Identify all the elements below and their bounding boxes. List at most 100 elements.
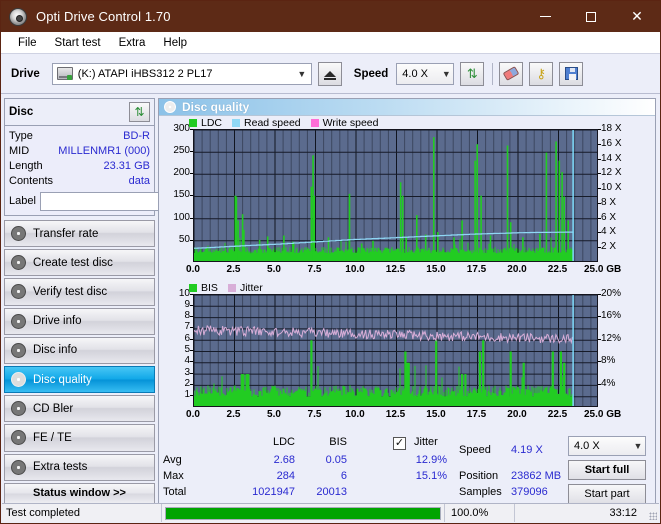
y-tick: [190, 361, 193, 363]
x-tick-label: 12.5: [385, 408, 406, 420]
y-tick-label: 300: [173, 122, 190, 134]
x-tick-label: 5.0: [267, 408, 281, 420]
refresh-button[interactable]: ⇅: [460, 61, 485, 86]
sidebar-item-label: Disc info: [33, 344, 78, 357]
y2-tick-label: 12 X: [601, 167, 622, 179]
stats-bis-avg: 0.05: [325, 454, 347, 467]
y-tick-label: 1: [184, 389, 190, 401]
swap-disc-icon: ⇅: [134, 105, 145, 119]
stats-row-label-total: Total: [163, 486, 187, 499]
y-tick-label: 10: [178, 287, 190, 299]
body: Disc ⇅ Type BD-R MID MILLENMR1 (000) Len…: [1, 94, 660, 507]
x-tick-label: 10.0: [345, 408, 365, 420]
status-window-button[interactable]: Status window >>: [4, 482, 155, 505]
sidebar-item-fe-te[interactable]: FE / TE: [4, 424, 155, 452]
x-tick-label: 17.5: [466, 408, 487, 420]
menu-item-file[interactable]: File: [9, 35, 46, 51]
sidebar-item-create-test-disc[interactable]: Create test disc: [4, 249, 155, 277]
elapsed-time: 33:12: [609, 507, 637, 519]
y-tick-label: 9: [184, 298, 190, 310]
drive-select[interactable]: (K:) ATAPI iHBS312 2 PL17 ▼: [51, 62, 312, 85]
stats-speed-value: 4.19 X: [511, 444, 543, 457]
toolbar-divider: [492, 62, 494, 85]
bis-chart[interactable]: BIS Jitter 1 2 3 4 5 6 7 8 9 10 4% 8% 12% 16% 20% 0.0 2.…: [159, 282, 655, 433]
menu-item-help[interactable]: Help: [154, 35, 196, 51]
ldc-chart[interactable]: LDC Read speed Write speed 50 100 150 200 25…: [159, 116, 655, 282]
sidebar-item-drive-info[interactable]: Drive info: [4, 307, 155, 335]
disc-icon: [11, 226, 26, 242]
bis-plot-area[interactable]: [193, 293, 598, 407]
disc-icon: [11, 459, 26, 475]
stats-bis-total: 20013: [316, 486, 347, 499]
disc-value: data: [128, 175, 150, 187]
stats-samples-value: 379096: [511, 486, 548, 499]
start-part-button[interactable]: Start part: [568, 484, 646, 505]
y2-tick-label: 10 X: [601, 182, 622, 194]
save-button[interactable]: [559, 61, 584, 86]
y2-tick: [598, 338, 601, 340]
ldc-plot-area[interactable]: [193, 128, 598, 262]
chevron-down-icon: ▼: [441, 68, 451, 79]
menu-item-start-test[interactable]: Start test: [46, 35, 110, 51]
eraser-icon: [502, 66, 520, 81]
y-tick: [190, 372, 193, 374]
y-tick: [190, 327, 193, 329]
speed-select[interactable]: 4.0 X ▼: [396, 62, 455, 85]
eject-icon: [323, 70, 336, 80]
y-tick-label: 7: [184, 321, 190, 333]
stats-header-jitter: Jitter: [414, 436, 438, 449]
sidebar-item-extra-tests[interactable]: Extra tests: [4, 453, 155, 481]
sidebar-item-label: Create test disc: [33, 256, 113, 269]
x-tick-label: 25.0 GB: [584, 408, 622, 420]
chevron-down-icon: ▼: [633, 441, 643, 452]
stats-bis-max: 6: [340, 470, 347, 483]
resize-grip[interactable]: [645, 504, 659, 522]
legend-swatch-jitter: [227, 283, 236, 292]
speed-select-value: 4.0 X: [402, 67, 428, 80]
jitter-checkbox[interactable]: ✓: [393, 437, 406, 451]
page-title: Disc quality: [182, 99, 250, 114]
minimize-button[interactable]: [522, 1, 568, 32]
stats-ldc-avg: 2.68: [273, 454, 295, 467]
erase-button[interactable]: [499, 61, 524, 86]
stats-header-ldc: LDC: [272, 436, 295, 449]
sidebar-item-transfer-rate[interactable]: Transfer rate: [4, 220, 155, 248]
test-speed-select[interactable]: 4.0 X ▼: [568, 436, 646, 457]
disc-icon: [11, 372, 26, 388]
disc-key: Length: [9, 160, 43, 172]
key-button[interactable]: ⚷: [529, 61, 554, 86]
y2-tick: [598, 383, 601, 385]
x-tick-label: 17.5: [466, 263, 487, 275]
close-button[interactable]: ✕: [614, 1, 660, 32]
y2-tick-label: 8%: [601, 355, 616, 367]
y2-tick: [598, 158, 601, 160]
sidebar-item-disc-quality[interactable]: Disc quality: [4, 365, 155, 394]
y2-tick-label: 14 X: [601, 152, 622, 164]
sidebar-item-label: Disc quality: [33, 373, 92, 386]
y-tick-label: 5: [184, 344, 190, 356]
x-tick-label: 0.0: [186, 263, 200, 275]
maximize-button[interactable]: [568, 1, 614, 32]
sidebar-item-cd-bler[interactable]: CD Bler: [4, 395, 155, 423]
disc-row-length: Length 23.31 GB: [9, 159, 150, 174]
disc-label-key: Label: [9, 195, 36, 207]
y-tick-label: 150: [173, 189, 190, 201]
y2-tick: [598, 217, 601, 219]
start-full-button[interactable]: Start full: [568, 460, 646, 481]
legend-label-ldc: LDC: [201, 116, 223, 129]
x-tick-label: 22.5: [547, 263, 568, 275]
stats-jitter-avg: 12.9%: [415, 454, 447, 467]
disc-refresh-button[interactable]: ⇅: [129, 102, 150, 122]
app-window: Opti Drive Control 1.70 ✕ File Start tes…: [0, 0, 661, 524]
sidebar-item-verify-test-disc[interactable]: Verify test disc: [4, 278, 155, 306]
main-panel: Disc quality LDC Read speed Write speed …: [158, 98, 656, 507]
main-panel-header: Disc quality: [159, 99, 655, 116]
y2-tick-label: 4%: [601, 377, 616, 389]
sidebar-item-label: FE / TE: [33, 431, 72, 444]
disc-key: Type: [9, 130, 33, 142]
disc-key: Contents: [9, 175, 54, 187]
disc-rows: Type BD-R MID MILLENMR1 (000) Length 23.…: [5, 126, 243, 215]
sidebar-item-disc-info[interactable]: Disc info: [4, 336, 155, 364]
eject-button[interactable]: [317, 61, 342, 86]
menu-item-extra[interactable]: Extra: [110, 35, 155, 51]
